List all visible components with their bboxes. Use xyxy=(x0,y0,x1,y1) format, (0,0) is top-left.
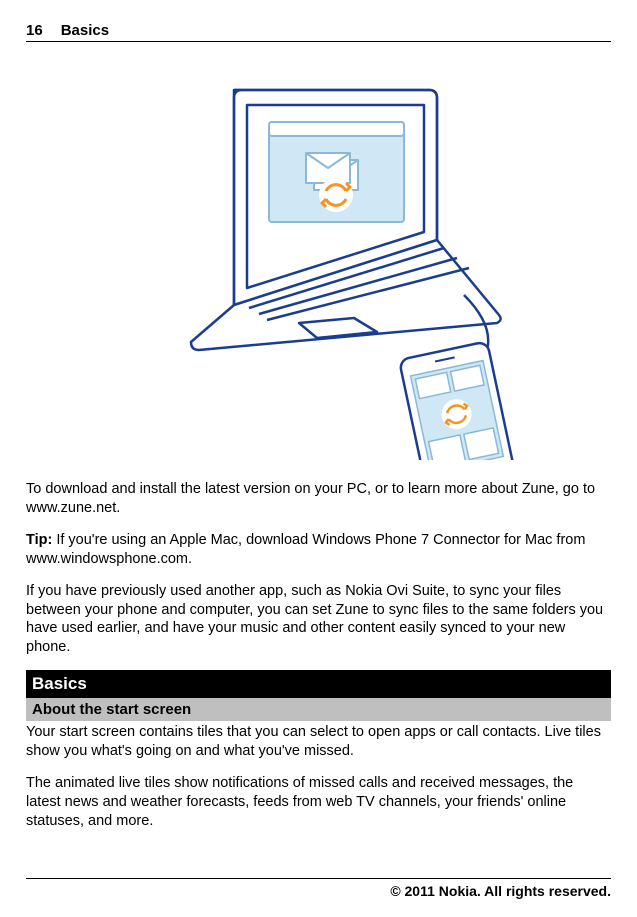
page-number: 16 xyxy=(26,22,43,39)
section-heading-basics: Basics xyxy=(26,670,611,698)
tip-label: Tip: xyxy=(26,532,52,548)
page-footer: © 2011 Nokia. All rights reserved. xyxy=(26,878,611,899)
paragraph-tip: Tip: If you're using an Apple Mac, downl… xyxy=(26,531,611,568)
paragraph-previous-app: If you have previously used another app,… xyxy=(26,582,611,656)
paragraph-download: To download and install the latest versi… xyxy=(26,480,611,517)
copyright-text: © 2011 Nokia. All rights reserved. xyxy=(390,883,611,899)
paragraph-start-screen-1: Your start screen contains tiles that yo… xyxy=(26,723,611,760)
page-header: 16 Basics xyxy=(26,22,611,42)
paragraph-start-screen-2: The animated live tiles show notificatio… xyxy=(26,774,611,830)
page-container: 16 Basics xyxy=(0,0,637,917)
header-title: Basics xyxy=(61,22,109,39)
sync-illustration xyxy=(26,60,611,460)
subsection-heading-start-screen: About the start screen xyxy=(26,698,611,721)
laptop-phone-sync-icon xyxy=(119,60,519,460)
tip-text: If you're using an Apple Mac, download W… xyxy=(26,532,585,567)
